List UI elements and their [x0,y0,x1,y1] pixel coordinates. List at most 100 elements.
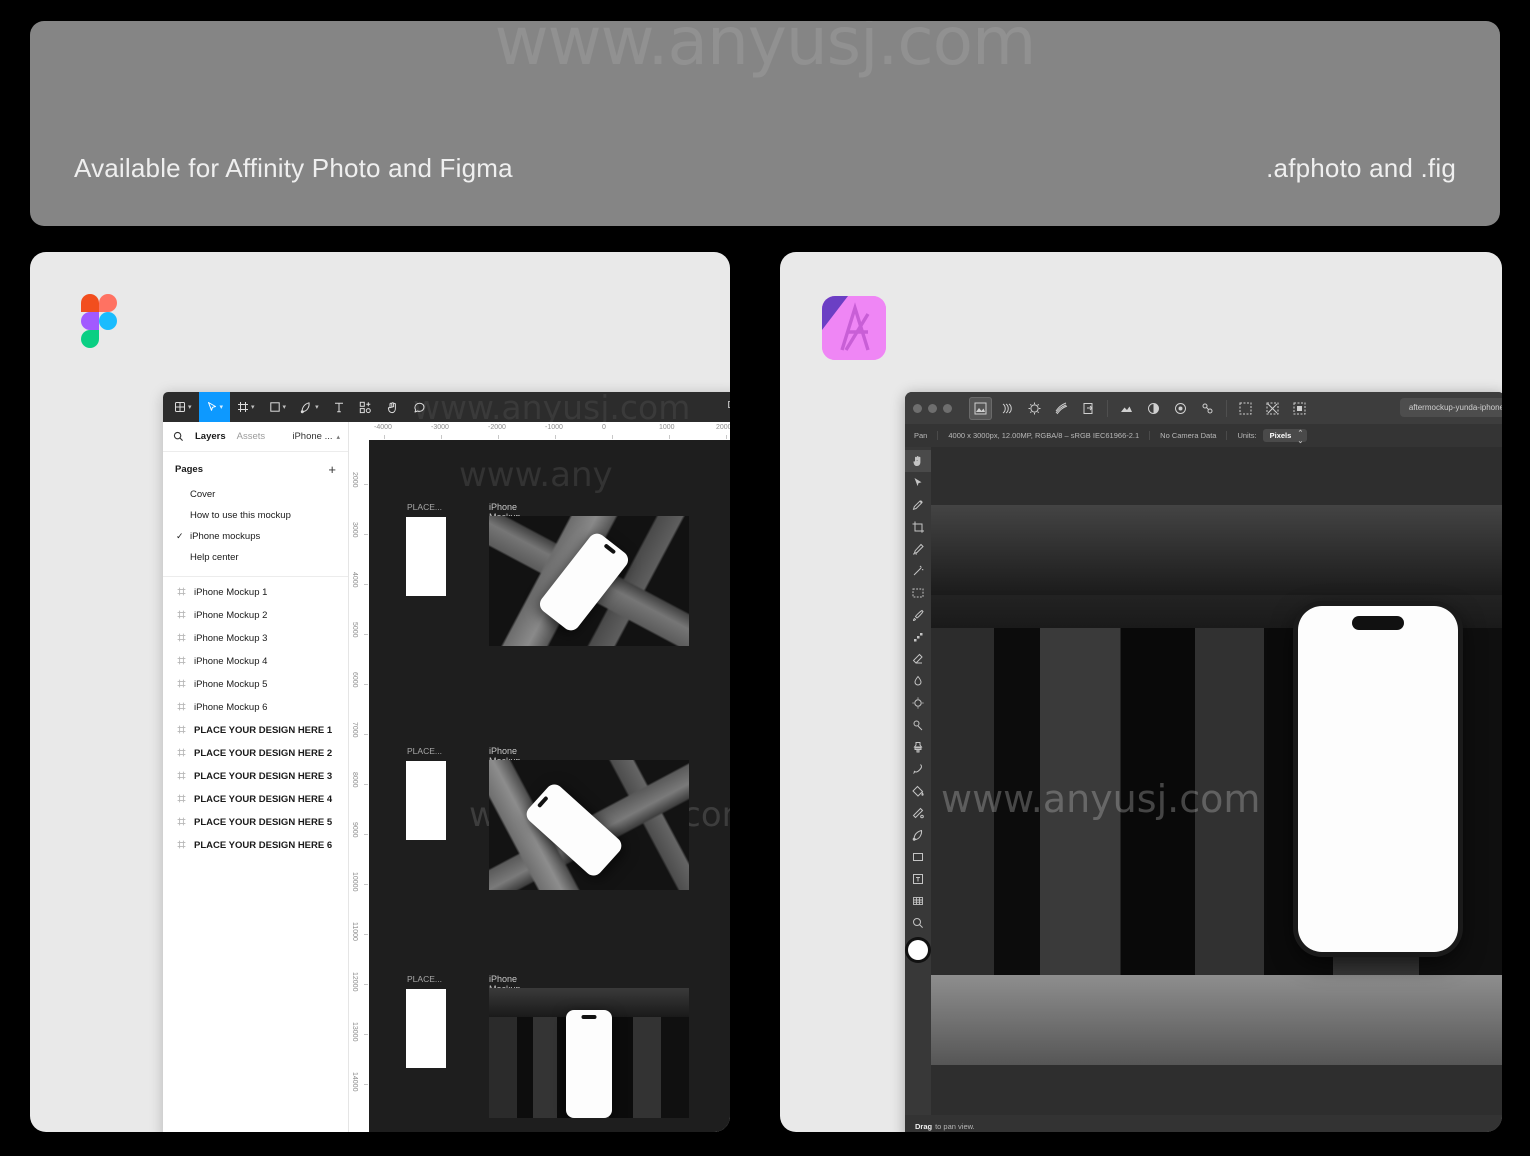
window-zoom-button[interactable] [943,403,952,413]
erase-brush-tool[interactable] [905,648,931,670]
figma-text-tool[interactable] [326,392,352,422]
smudge-icon [914,675,922,686]
figma-artboard-area[interactable]: www.any www.anyusj.com PLACE... iPhone M… [369,440,730,1132]
layer-effects[interactable] [1196,397,1219,420]
figma-page-item[interactable]: ✓ iPhone mockups [163,526,348,547]
persona-photo[interactable] [969,396,992,420]
mask[interactable] [1169,397,1192,420]
ruler-tick-label: -4000 [374,424,392,431]
figma-pages-list: Cover How to use this mockup ✓ iPhone mocku… [163,484,348,568]
placeholder-label-2: PLACE... [407,746,442,756]
view-tool[interactable] [905,450,931,472]
plus-icon[interactable]: + [328,462,336,477]
comment-icon [413,402,425,412]
rectangle-tool[interactable] [905,846,931,868]
figma-comment-tool[interactable] [406,392,433,422]
figma-layer-item[interactable]: PLACE YOUR DESIGN HERE 5 [163,811,348,834]
figma-shape-tool[interactable]: ▾ [262,392,294,422]
figma-page-item[interactable]: Help center [163,547,348,568]
persona-develop[interactable] [1023,397,1046,420]
mockup-image-2[interactable] [489,760,689,890]
figma-layer-item[interactable]: PLACE YOUR DESIGN HERE 3 [163,765,348,788]
invert-selection[interactable] [1288,397,1311,420]
color-picker-tool[interactable] [905,494,931,516]
figma-layer-item[interactable]: iPhone Mockup 6 [163,696,348,719]
figma-page-item[interactable]: How to use this mockup [163,505,348,526]
ruler-tick [498,435,499,439]
persona-tone-mapping[interactable] [1050,397,1073,420]
placeholder-frame-2[interactable] [406,761,446,840]
window-minimize-button[interactable] [928,403,937,413]
crop-tool[interactable] [905,516,931,538]
color-swatch[interactable] [908,940,928,960]
figma-layer-item[interactable]: PLACE YOUR DESIGN HERE 2 [163,742,348,765]
figma-layer-item[interactable]: iPhone Mockup 4 [163,650,348,673]
frame-icon [177,748,186,760]
ruler-tick [364,734,368,735]
figma-layer-item[interactable]: iPhone Mockup 2 [163,604,348,627]
move-tool[interactable] [905,472,931,494]
pen-tool[interactable] [905,824,931,846]
blur-brush-tool[interactable] [905,692,931,714]
deselect[interactable] [1261,397,1284,420]
figma-move-tool[interactable]: ▾ [198,392,231,422]
paint-bucket-tool[interactable] [905,780,931,802]
persona-liquify[interactable] [996,397,1019,420]
mockup-image-1[interactable] [489,516,689,646]
marquee-tool[interactable] [905,582,931,604]
affinity-context-bar: Pan 4000 x 3000px, 12.00MP, RGBA/8 – sRG… [905,424,1502,447]
mockup-image-3[interactable] [489,988,689,1118]
search-icon[interactable] [173,431,184,442]
figma-layer-item[interactable]: iPhone Mockup 5 [163,673,348,696]
frame-icon [177,679,186,691]
units-label: Units: [1237,431,1257,440]
artistic-text-tool[interactable] [905,868,931,890]
figma-layer-label: iPhone Mockup 1 [194,587,268,598]
figma-layer-label: iPhone Mockup 6 [194,702,268,713]
figma-layer-item[interactable]: iPhone Mockup 3 [163,627,348,650]
ruler-tick-label: 4000 [351,572,358,588]
figma-layer-item[interactable]: PLACE YOUR DESIGN HERE 1 [163,719,348,742]
pixel-tool[interactable] [905,626,931,648]
ruler-tick [669,435,670,439]
figma-frame-tool[interactable]: ▾ [230,392,262,422]
smudge-brush-tool[interactable] [905,670,931,692]
tab-assets[interactable]: Assets [237,431,266,442]
figma-hand-tool[interactable] [379,392,406,422]
placeholder-frame-1[interactable] [406,517,446,596]
ruler-tick-label: 3000 [351,522,358,538]
window-close-button[interactable] [913,403,922,413]
placeholder-frame-3[interactable] [406,989,446,1068]
mesh-warp-tool[interactable] [905,890,931,912]
units-dropdown[interactable]: Pixels ⌃ ⌄ [1262,429,1308,445]
figma-layer-item[interactable]: PLACE YOUR DESIGN HERE 4 [163,788,348,811]
ruler-tick-label: -3000 [431,424,449,431]
affinity-canvas[interactable]: www.anyusj.com com [931,447,1502,1115]
ruler-tick-label: 6000 [351,672,358,688]
paint-brush-tool[interactable] [905,604,931,626]
tab-layers[interactable]: Layers [195,431,226,442]
clone-brush-tool[interactable] [905,736,931,758]
figma-pen-tool[interactable]: ▾ [293,392,326,422]
figma-canvas[interactable]: www.any www.anyusj.com PLACE... iPhone M… [349,422,730,1132]
figma-layer-item[interactable]: iPhone Mockup 1 [163,581,348,604]
dodge-brush-tool[interactable] [905,714,931,736]
figma-resources-tool[interactable] [352,392,379,422]
flood-select-tool[interactable] [905,560,931,582]
figma-page-selector[interactable]: iPhone ... ▴ [292,431,340,442]
persona-export[interactable] [1077,397,1100,420]
figma-layer-item[interactable]: PLACE YOUR DESIGN HERE 6 [163,834,348,857]
paintbrush-icon [912,609,924,622]
figma-page-item[interactable]: Cover [163,484,348,505]
live-filter[interactable] [1142,397,1165,420]
refine-selection[interactable] [1234,397,1257,420]
healing-brush-tool[interactable] [905,758,931,780]
figma-layer-label: PLACE YOUR DESIGN HERE 5 [194,817,333,828]
figma-panel-tabs: Layers Assets iPhone ... ▴ [163,422,348,452]
zoom-tool[interactable] [905,912,931,934]
adjustment[interactable] [1115,397,1138,420]
figma-main-menu-button[interactable]: ▾ [167,392,199,422]
selection-brush-tool[interactable] [905,538,931,560]
iphone-mockup-affinity [1298,605,1459,952]
gradient-tool[interactable] [905,802,931,824]
